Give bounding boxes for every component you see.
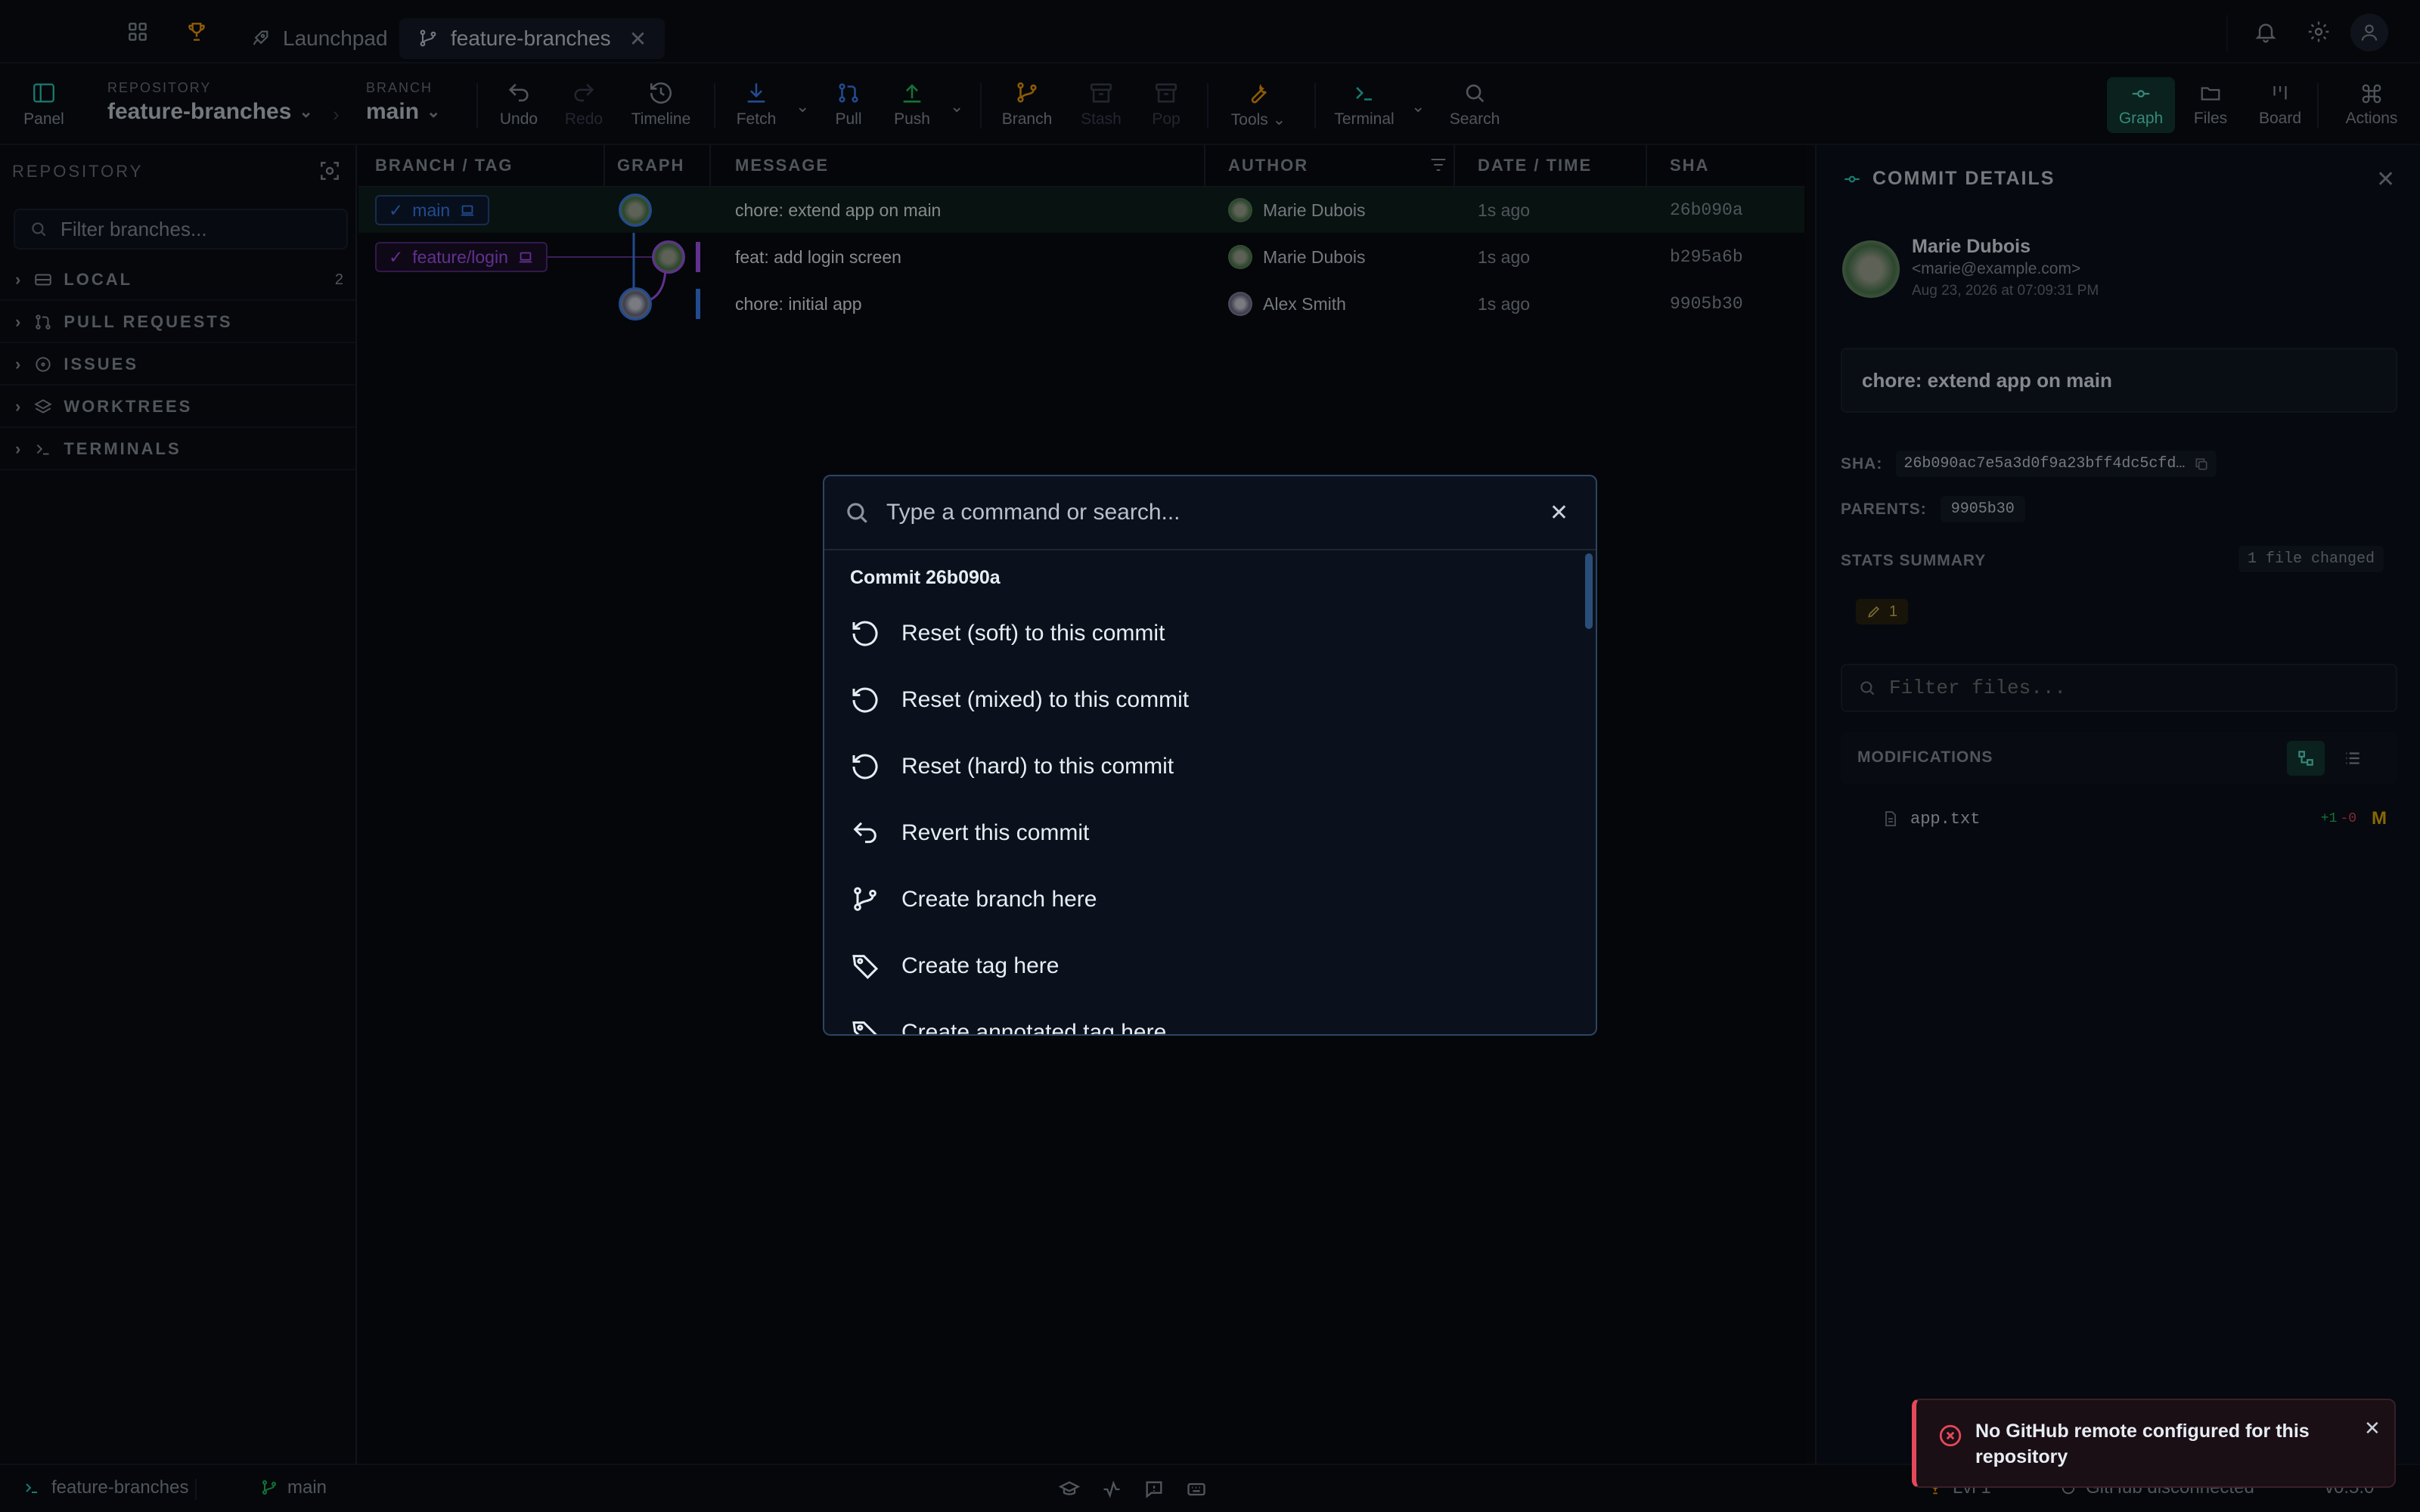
command-reset-soft[interactable]: Reset (soft) to this commit <box>850 603 1561 664</box>
command-label: Create tag here <box>901 953 1060 978</box>
command-reset-hard[interactable]: Reset (hard) to this commit <box>850 736 1561 797</box>
close-icon[interactable]: ✕ <box>1550 500 1568 526</box>
command-palette: ✕ Commit 26b090a Reset (soft) to this co… <box>823 475 1597 1036</box>
command-label: Reset (hard) to this commit <box>901 754 1174 779</box>
command-create-annotated-tag[interactable]: Create annotated tag here <box>850 1002 1561 1036</box>
command-label: Create branch here <box>901 887 1097 912</box>
close-icon[interactable]: ✕ <box>2364 1417 2381 1440</box>
command-label: Reset (mixed) to this commit <box>901 687 1190 712</box>
command-create-branch[interactable]: Create branch here <box>850 869 1561 930</box>
error-toast: No GitHub remote configured for this rep… <box>1912 1399 2396 1488</box>
tag-icon <box>850 951 880 981</box>
reset-icon <box>850 618 880 649</box>
command-reset-mixed[interactable]: Reset (mixed) to this commit <box>850 670 1561 730</box>
scrollbar[interactable] <box>1585 553 1593 629</box>
reset-icon <box>850 751 880 782</box>
command-create-tag[interactable]: Create tag here <box>850 936 1561 996</box>
revert-icon <box>850 818 880 848</box>
command-revert[interactable]: Revert this commit <box>850 803 1561 863</box>
command-label: Create annotated tag here <box>901 1020 1167 1036</box>
command-label: Revert this commit <box>901 820 1090 845</box>
tag-icon <box>850 1018 880 1034</box>
toast-message: No GitHub remote configured for this rep… <box>1975 1421 2310 1467</box>
search-icon <box>842 498 871 527</box>
command-search-input[interactable] <box>886 500 1534 525</box>
reset-icon <box>850 685 880 715</box>
command-search[interactable]: ✕ <box>824 476 1596 550</box>
branch-icon <box>850 885 880 915</box>
command-label: Reset (soft) to this commit <box>901 621 1165 646</box>
command-group-label: Commit 26b090a <box>850 567 1001 588</box>
error-icon <box>1938 1423 1963 1448</box>
